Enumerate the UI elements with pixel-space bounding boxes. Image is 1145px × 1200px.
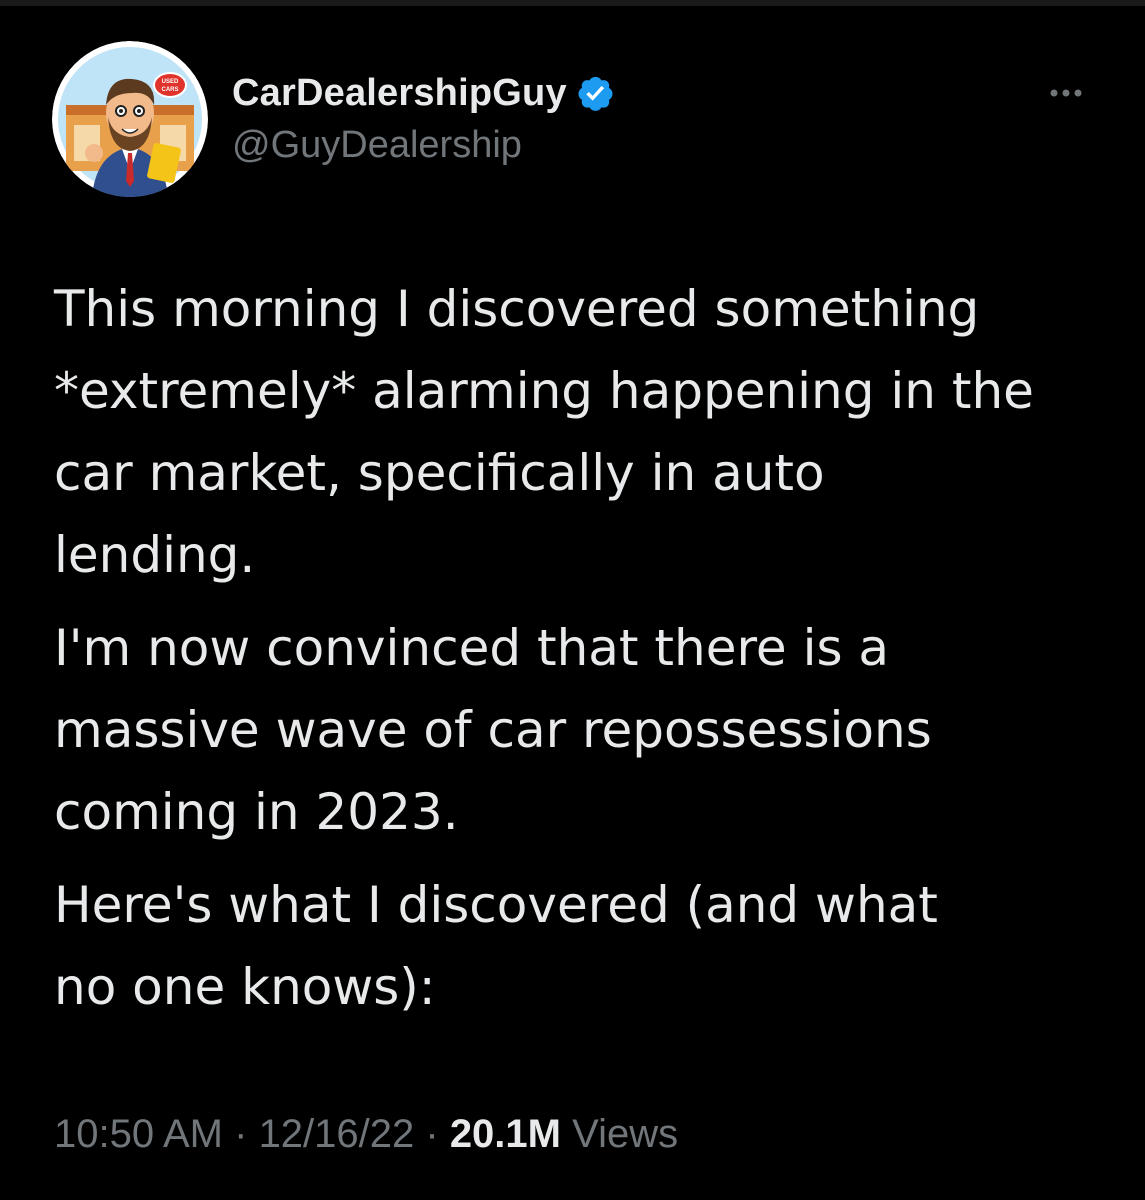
verified-badge-icon — [575, 73, 615, 113]
more-horizontal-icon — [1050, 89, 1082, 97]
tweet-text: This morning I discovered something *ext… — [54, 268, 1114, 1039]
more-options-button[interactable] — [1040, 78, 1092, 108]
tweet-time[interactable]: 10:50 AM — [54, 1112, 223, 1156]
meta-separator: · — [414, 1112, 450, 1156]
avatar-illustration: USED CARS — [52, 41, 208, 197]
author-name-row[interactable]: CarDealershipGuy — [232, 68, 615, 118]
tweet-paragraph: This morning I discovered something *ext… — [54, 280, 1034, 584]
avatar[interactable]: USED CARS — [52, 41, 208, 197]
top-edge-divider — [0, 0, 1145, 6]
author-display-name[interactable]: CarDealershipGuy — [232, 72, 567, 115]
author-handle[interactable]: @GuyDealership — [232, 124, 522, 167]
tweet-date[interactable]: 12/16/22 — [259, 1112, 415, 1156]
avatar-badge-text-line2: CARS — [161, 87, 178, 93]
views-label: Views — [572, 1112, 679, 1156]
tweet-paragraph: Here's what I discovered (and what no on… — [54, 876, 938, 1016]
meta-separator: · — [223, 1112, 259, 1156]
tweet-meta: 10:50 AM · 12/16/22 · 20.1M Views — [54, 1112, 678, 1157]
views-count[interactable]: 20.1M — [450, 1112, 561, 1156]
tweet-paragraph: I'm now convinced that there is a massiv… — [54, 619, 932, 841]
avatar-badge-text-line1: USED — [162, 79, 179, 85]
